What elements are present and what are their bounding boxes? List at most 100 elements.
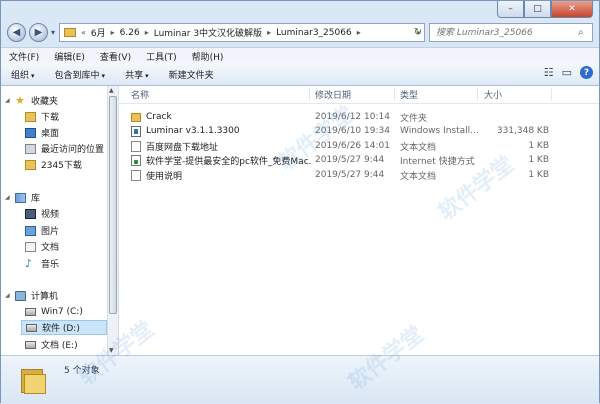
- file-type: 文本文档: [400, 142, 437, 153]
- file-name-cell: 软件学堂-提供最安全的pc软件_免费Mac...: [131, 154, 311, 167]
- back-button[interactable]: ◀: [7, 23, 26, 42]
- expand-icon[interactable]: ◢: [5, 292, 13, 299]
- file-row[interactable]: Crack 2019/6/12 10:14 文件夹: [119, 110, 599, 124]
- breadcrumb-luminar-folder[interactable]: Luminar 3中文汉化破解版: [151, 26, 265, 39]
- file-row[interactable]: 软件学堂-提供最安全的pc软件_免费Mac... 2019/5/27 9:44 …: [119, 153, 599, 167]
- close-button[interactable]: ✕: [551, 1, 593, 18]
- nav-item-drive-c[interactable]: Win7 (C:): [25, 304, 83, 319]
- folder-icon: [64, 28, 76, 37]
- breadcrumb-luminar3-25066[interactable]: Luminar3_25066: [273, 28, 355, 38]
- file-date: 2019/6/10 19:34: [315, 126, 390, 136]
- expand-icon[interactable]: ◢: [5, 194, 13, 201]
- breadcrumb-separator[interactable]: ▸: [109, 28, 117, 37]
- folder-icon: [25, 159, 36, 170]
- file-row[interactable]: Luminar v3.1.1.3300 2019/6/10 19:34 Wind…: [119, 124, 599, 138]
- nav-libraries-label: 库: [31, 194, 41, 204]
- scroll-up-icon[interactable]: ▲: [109, 87, 114, 94]
- search-input[interactable]: [430, 26, 578, 39]
- nav-item-2345-downloads[interactable]: 2345下载: [25, 157, 82, 172]
- nav-favorites[interactable]: ◢ ★ 收藏夹: [5, 93, 58, 108]
- nav-item-label: 音乐: [41, 260, 60, 270]
- column-name-header[interactable]: 名称: [131, 88, 149, 101]
- nav-item-desktop[interactable]: 桌面: [25, 125, 59, 140]
- file-type: Windows Install...: [400, 126, 479, 136]
- minimize-button[interactable]: –: [497, 1, 524, 18]
- refresh-button[interactable]: ↻: [410, 23, 426, 42]
- file-name: 软件学堂-提供最安全的pc软件_免费Mac...: [146, 156, 311, 167]
- column-type-header[interactable]: 类型: [400, 88, 418, 101]
- details-pane: 5 个对象: [1, 355, 599, 404]
- file-size: 1 KB: [528, 141, 549, 151]
- star-icon: ★: [15, 93, 25, 107]
- desktop-icon: [25, 127, 36, 138]
- nav-item-music[interactable]: ♪ 音乐: [25, 256, 59, 271]
- drive-icon: [25, 307, 36, 316]
- file-name-cell: 使用说明: [131, 169, 182, 182]
- nav-item-label: 2345下载: [41, 161, 82, 171]
- downloads-folder-icon: [25, 111, 36, 122]
- column-divider[interactable]: [309, 88, 310, 101]
- command-bar: 组织 ▾ 包含到库中 ▾ 共享 ▾ 新建文件夹 ☷ ▭ ?: [1, 63, 599, 86]
- forward-button[interactable]: ▶: [29, 23, 48, 42]
- menu-view[interactable]: 查看(V): [92, 50, 138, 63]
- column-date-header[interactable]: 修改日期: [315, 88, 351, 101]
- address-overflow[interactable]: «: [79, 28, 88, 37]
- explorer-window: – □ ✕ ◀ ▶ ▾ « 6月 ▸ 6.26 ▸ Luminar 3中文汉化破…: [0, 0, 600, 404]
- new-folder-button[interactable]: 新建文件夹: [159, 68, 224, 81]
- preview-pane-icon[interactable]: ▭: [562, 66, 572, 79]
- nav-item-videos[interactable]: 视频: [25, 206, 59, 221]
- menu-file[interactable]: 文件(F): [1, 50, 46, 63]
- file-name: 百度网盘下载地址: [146, 142, 219, 153]
- breadcrumb-6-26[interactable]: 6.26: [117, 28, 143, 38]
- file-name: Crack: [146, 112, 172, 122]
- include-in-library-button[interactable]: 包含到库中 ▾: [45, 68, 116, 81]
- nav-item-downloads[interactable]: 下载: [25, 109, 59, 124]
- view-options-icon[interactable]: ☷: [544, 66, 554, 79]
- search-box[interactable]: ⌕: [429, 23, 593, 42]
- breadcrumb-separator[interactable]: ▸: [355, 28, 363, 37]
- video-icon: [25, 208, 36, 219]
- menu-edit[interactable]: 编辑(E): [46, 50, 92, 63]
- share-button[interactable]: 共享 ▾: [115, 68, 159, 81]
- chevron-down-icon: ▾: [145, 71, 149, 80]
- folder-icon: [21, 366, 51, 394]
- drive-icon: [26, 323, 37, 332]
- menu-help[interactable]: 帮助(H): [184, 50, 231, 63]
- file-name: Luminar v3.1.1.3300: [146, 126, 240, 136]
- recent-pages-dropdown[interactable]: ▾: [51, 28, 55, 37]
- drive-icon: [25, 340, 36, 349]
- nav-libraries[interactable]: ◢ 库: [5, 190, 40, 205]
- nav-item-label: 软件 (D:): [42, 324, 80, 334]
- navigation-pane: ◢ ★ 收藏夹 下载 桌面 最近访问的位置 2345下载 ◢ 库 视频 图片 文…: [1, 86, 107, 355]
- expand-icon[interactable]: ◢: [5, 97, 13, 104]
- menu-tools[interactable]: 工具(T): [138, 50, 184, 63]
- nav-item-recent-places[interactable]: 最近访问的位置: [25, 141, 104, 156]
- nav-item-documents[interactable]: 文档: [25, 239, 59, 254]
- address-bar[interactable]: « 6月 ▸ 6.26 ▸ Luminar 3中文汉化破解版 ▸ Luminar…: [59, 23, 425, 42]
- column-divider[interactable]: [394, 88, 395, 101]
- nav-item-label: 图片: [41, 227, 60, 237]
- breadcrumb-separator[interactable]: ▸: [143, 28, 151, 37]
- navigation-pane-scrollbar[interactable]: ▲ ▼: [107, 86, 118, 355]
- nav-item-drive-e[interactable]: 文档 (E:): [25, 337, 78, 352]
- search-icon[interactable]: ⌕: [578, 27, 584, 38]
- nav-item-pictures[interactable]: 图片: [25, 223, 59, 238]
- help-icon[interactable]: ?: [580, 66, 593, 79]
- file-row[interactable]: 使用说明 2019/5/27 9:44 文本文档 1 KB: [119, 168, 599, 182]
- maximize-button[interactable]: □: [524, 1, 551, 18]
- scrollbar-thumb[interactable]: [109, 96, 117, 314]
- nav-item-drive-d[interactable]: 软件 (D:): [21, 320, 107, 335]
- breadcrumb-separator[interactable]: ▸: [265, 28, 273, 37]
- breadcrumb-june[interactable]: 6月: [88, 26, 109, 39]
- window-controls: – □ ✕: [497, 1, 593, 18]
- nav-computer[interactable]: ◢ 计算机: [5, 288, 58, 303]
- column-size-header[interactable]: 大小: [484, 88, 502, 101]
- file-name-cell: Luminar v3.1.1.3300: [131, 125, 240, 137]
- file-row[interactable]: 百度网盘下载地址 2019/6/26 14:01 文本文档 1 KB: [119, 139, 599, 153]
- organize-button[interactable]: 组织 ▾: [1, 68, 45, 81]
- file-size: 331,348 KB: [496, 126, 549, 136]
- column-divider[interactable]: [551, 88, 552, 101]
- include-in-library-label: 包含到库中: [54, 70, 100, 81]
- scroll-down-icon[interactable]: ▼: [109, 347, 114, 354]
- column-divider[interactable]: [477, 88, 478, 101]
